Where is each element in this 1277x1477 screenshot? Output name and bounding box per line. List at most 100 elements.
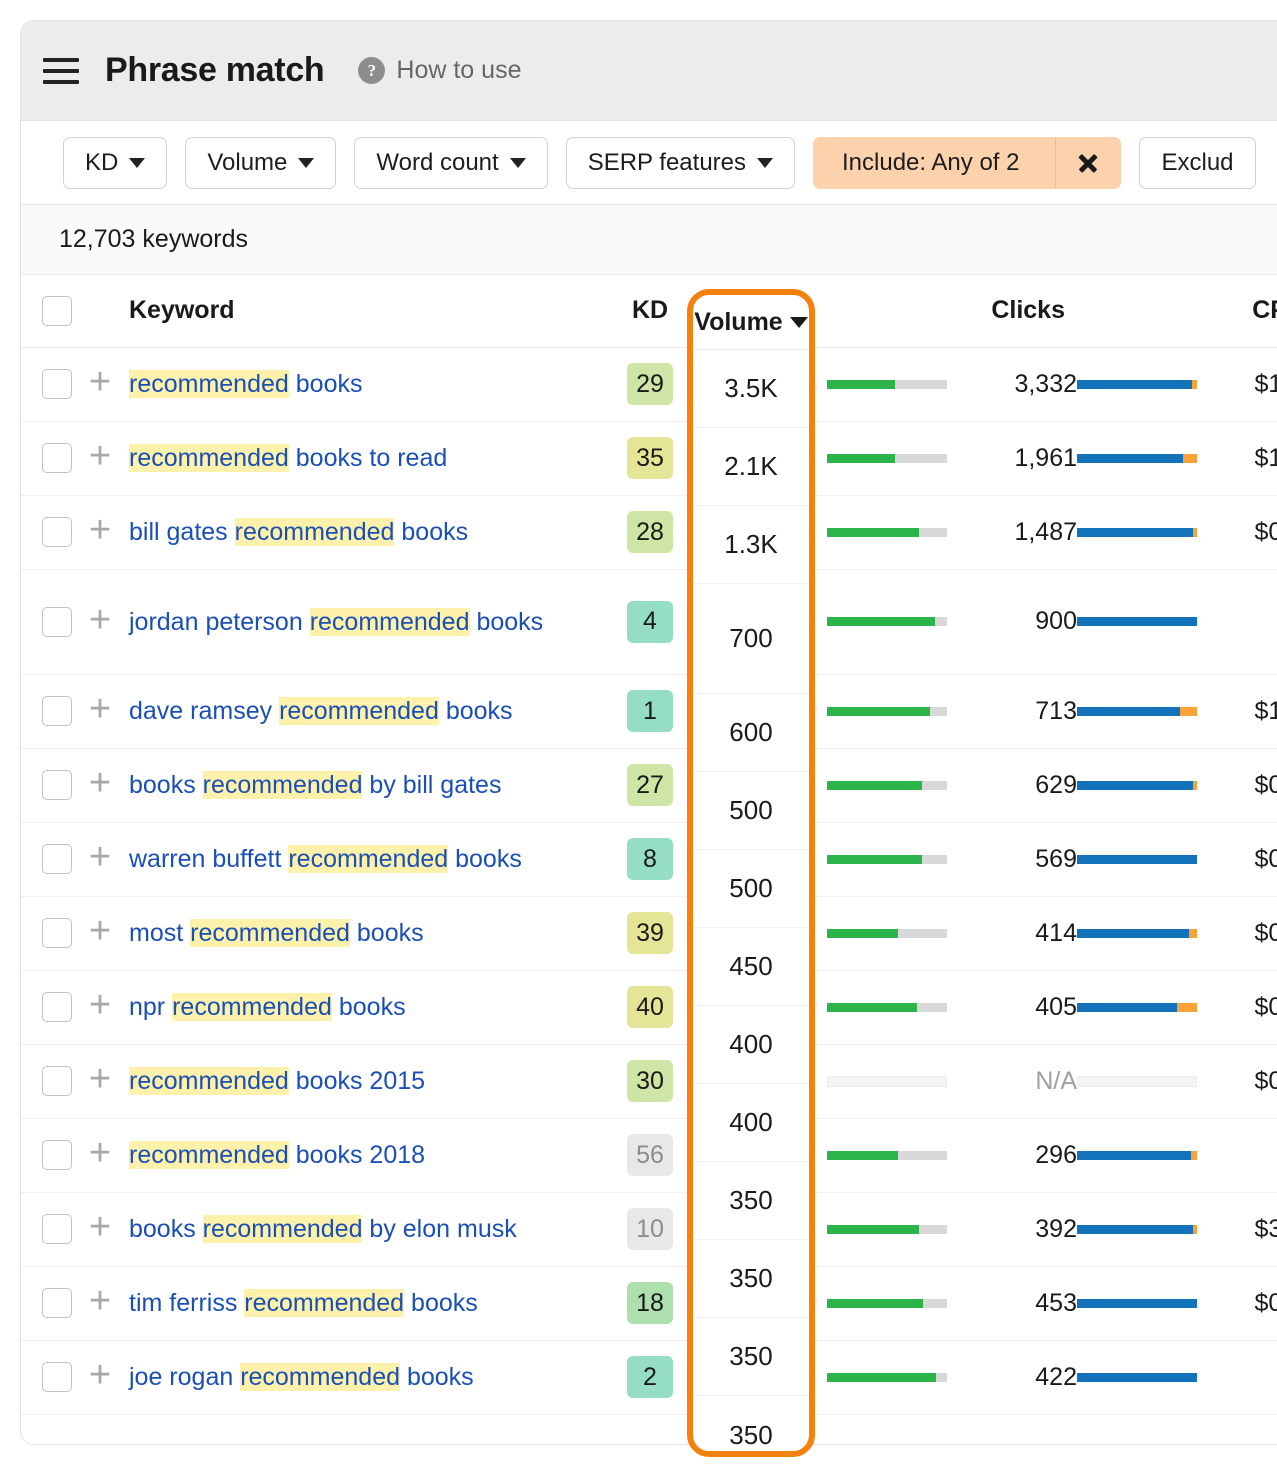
table-row[interactable]: +warren buffett recommended books8569$0.…	[21, 822, 1277, 896]
cpc-bar-orange	[1192, 380, 1197, 389]
clicks-bar-cell	[827, 1340, 947, 1414]
clicks-bar-fill	[827, 1151, 898, 1160]
select-all-checkbox[interactable]	[42, 296, 72, 326]
clicks-value: 405	[947, 970, 1077, 1044]
keyword-link[interactable]: warren buffett recommended books	[129, 841, 522, 877]
row-checkbox[interactable]	[42, 844, 72, 874]
table-row[interactable]: +recommended books to read351,961$1.10	[21, 421, 1277, 495]
row-checkbox[interactable]	[42, 1288, 72, 1318]
add-keyword-icon[interactable]: +	[83, 1285, 117, 1316]
column-header-clicks[interactable]: Clicks	[947, 275, 1077, 347]
add-keyword-icon[interactable]: +	[83, 1359, 117, 1390]
kd-cell: 18	[611, 1266, 689, 1340]
hamburger-icon[interactable]	[43, 56, 79, 86]
add-keyword-icon[interactable]: +	[83, 440, 117, 471]
keyword-link[interactable]: dave ramsey recommended books	[129, 693, 513, 729]
table-row[interactable]: +bill gates recommended books281,487$0.0…	[21, 495, 1277, 569]
add-keyword-icon[interactable]: +	[83, 1211, 117, 1242]
filter-include-chip[interactable]: Include: Any of 2	[813, 137, 1121, 189]
table-row[interactable]: +most recommended books39414$0.70	[21, 896, 1277, 970]
cpc-bar-cell	[1077, 347, 1197, 421]
table-row[interactable]: +tim ferriss recommended books18453$0.00	[21, 1266, 1277, 1340]
keyword-link[interactable]: bill gates recommended books	[129, 514, 468, 550]
keyword-cell: + recommended books	[83, 347, 611, 421]
table-row[interactable]: +jordan peterson recommended books4900N/…	[21, 569, 1277, 674]
cpc-value: $0.60	[1197, 970, 1277, 1044]
kd-badge: 1	[627, 690, 673, 732]
table-row[interactable]: +books recommended by bill gates27629$0.…	[21, 748, 1277, 822]
chevron-down-icon	[510, 158, 526, 168]
keyword-link[interactable]: recommended books to read	[129, 440, 447, 476]
table-row[interactable]: +recommended books 201856296N/A	[21, 1118, 1277, 1192]
table-row[interactable]: +dave ramsey recommended books1713$1.50	[21, 674, 1277, 748]
row-checkbox[interactable]	[42, 770, 72, 800]
row-checkbox[interactable]	[42, 1214, 72, 1244]
keyword-cell: + warren buffett recommended books	[83, 822, 611, 896]
column-header-cpc[interactable]: CPC	[1197, 275, 1277, 347]
row-checkbox[interactable]	[42, 443, 72, 473]
clicks-bar-fill	[827, 1299, 923, 1308]
table-row[interactable]: +joe rogan recommended books2422N/A	[21, 1340, 1277, 1414]
filter-word-count-button[interactable]: Word count	[354, 137, 547, 189]
keyword-link[interactable]: tim ferriss recommended books	[129, 1285, 478, 1321]
row-checkbox[interactable]	[42, 1066, 72, 1096]
add-keyword-icon[interactable]: +	[83, 693, 117, 724]
add-keyword-icon[interactable]: +	[83, 989, 117, 1020]
keyword-link[interactable]: recommended books 2018	[129, 1137, 425, 1173]
row-checkbox[interactable]	[42, 607, 72, 637]
add-keyword-icon[interactable]: +	[83, 841, 117, 872]
clicks-bar	[827, 707, 947, 716]
row-checkbox[interactable]	[42, 992, 72, 1022]
keyword-link[interactable]: joe rogan recommended books	[129, 1359, 474, 1395]
clicks-value: 900	[947, 569, 1077, 674]
keyword-link[interactable]: recommended books 2015	[129, 1063, 425, 1099]
volume-sort-header[interactable]: Volume	[693, 295, 809, 350]
keyword-cell: + npr recommended books	[83, 970, 611, 1044]
row-checkbox[interactable]	[42, 1140, 72, 1170]
column-header-cpc-bar	[1077, 275, 1197, 347]
row-checkbox[interactable]	[42, 918, 72, 948]
table-row[interactable]: +recommended books293,332$1.40	[21, 347, 1277, 421]
cpc-bar	[1077, 1003, 1197, 1012]
kd-cell: 8	[611, 822, 689, 896]
row-checkbox[interactable]	[42, 369, 72, 399]
row-select-cell	[21, 347, 83, 421]
column-header-kd[interactable]: KD	[611, 275, 689, 347]
table-row[interactable]: + npr recommended books 40 405 $0.60	[21, 970, 1277, 1044]
cpc-bar-blue	[1077, 707, 1180, 716]
cpc-bar-empty	[1077, 1076, 1197, 1087]
add-keyword-icon[interactable]: +	[83, 1063, 117, 1094]
add-keyword-icon[interactable]: +	[83, 604, 117, 635]
cpc-bar-blue	[1077, 1151, 1191, 1160]
add-keyword-icon[interactable]: +	[83, 1137, 117, 1168]
clicks-bar-cell	[827, 1118, 947, 1192]
add-keyword-icon[interactable]: +	[83, 514, 117, 545]
filter-kd-button[interactable]: KD	[63, 137, 167, 189]
kd-cell: 10	[611, 1192, 689, 1266]
filter-volume-button[interactable]: Volume	[185, 137, 336, 189]
close-icon	[1077, 152, 1099, 174]
keyword-link[interactable]: most recommended books	[129, 915, 424, 951]
keyword-link[interactable]: books recommended by elon musk	[129, 1211, 517, 1247]
filter-include-clear-button[interactable]	[1055, 138, 1120, 188]
keyword-link[interactable]: jordan peterson recommended books	[129, 604, 543, 640]
keyword-link[interactable]: npr recommended books	[129, 989, 406, 1025]
row-checkbox[interactable]	[42, 696, 72, 726]
keyword-link[interactable]: recommended books	[129, 366, 362, 402]
kd-badge: 40	[627, 986, 673, 1028]
row-checkbox[interactable]	[42, 1362, 72, 1392]
keyword-link[interactable]: books recommended by bill gates	[129, 767, 501, 803]
filter-serp-features-button[interactable]: SERP features	[566, 137, 795, 189]
add-keyword-icon[interactable]: +	[83, 915, 117, 946]
table-row[interactable]: +books recommended by elon musk10392$3.0…	[21, 1192, 1277, 1266]
clicks-bar	[827, 454, 947, 463]
add-keyword-icon[interactable]: +	[83, 366, 117, 397]
row-checkbox[interactable]	[42, 517, 72, 547]
clicks-bar-fill	[827, 454, 895, 463]
filter-exclude-button[interactable]: Exclud	[1139, 137, 1255, 189]
column-header-keyword[interactable]: Keyword	[83, 275, 611, 347]
add-keyword-icon[interactable]: +	[83, 767, 117, 798]
table-row[interactable]: +recommended books 201530N/A$0.80	[21, 1044, 1277, 1118]
how-to-use-link[interactable]: ? How to use	[358, 56, 521, 85]
cpc-bar-orange	[1183, 454, 1197, 463]
